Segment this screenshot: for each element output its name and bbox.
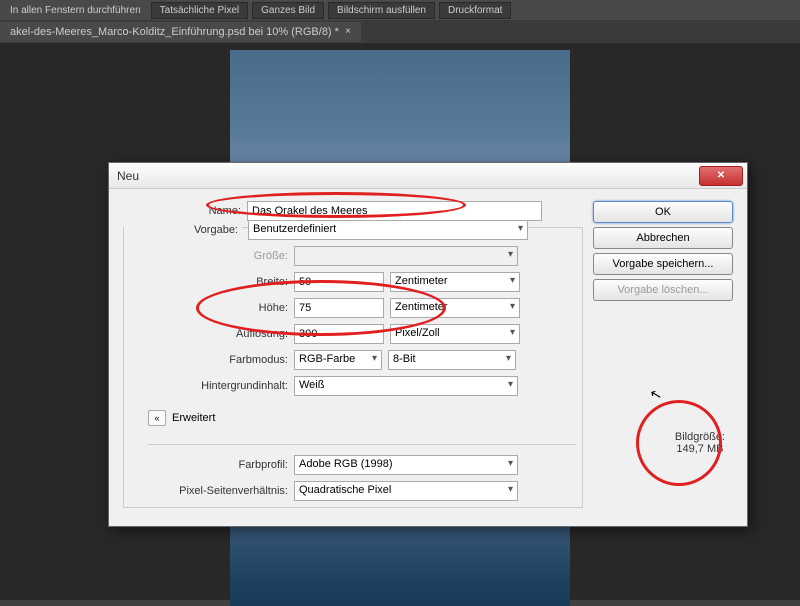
bitdepth-select[interactable]: 8-Bit [388, 350, 516, 370]
colorprofile-label: Farbprofil: [124, 459, 288, 471]
colorprofile-select[interactable]: Adobe RGB (1998) [294, 455, 518, 475]
name-label: Name: [123, 205, 241, 217]
tab-title: akel-des-Meeres_Marco-Kolditz_Einführung… [10, 26, 339, 38]
dialog-close-button[interactable] [699, 166, 743, 186]
bgcontent-label: Hintergrundinhalt: [124, 380, 288, 392]
resolution-unit-select[interactable]: Pixel/Zoll [390, 324, 520, 344]
resolution-input[interactable] [294, 324, 384, 344]
chevron-up-icon: « [148, 410, 166, 426]
options-bar: In allen Fenstern durchführen Tatsächlic… [0, 0, 800, 20]
image-size-label: Bildgröße: [675, 431, 725, 443]
width-unit-select[interactable]: Zentimeter [390, 272, 520, 292]
width-label: Breite: [124, 276, 288, 288]
dialog-titlebar[interactable]: Neu [109, 163, 747, 189]
pixelratio-select[interactable]: Quadratische Pixel [294, 481, 518, 501]
divider [148, 444, 576, 445]
advanced-toggle[interactable]: « Erweitert [148, 410, 215, 426]
print-size-button[interactable]: Druckformat [439, 2, 511, 19]
size-label: Größe: [124, 250, 288, 262]
save-preset-button[interactable]: Vorgabe speichern... [593, 253, 733, 275]
preset-select[interactable]: Benutzerdefiniert [248, 220, 528, 240]
image-size-info: Bildgröße: 149,7 MB [675, 431, 725, 455]
actual-pixels-button[interactable]: Tatsächliche Pixel [151, 2, 248, 19]
fill-screen-button[interactable]: Bildschirm ausfüllen [328, 2, 435, 19]
fit-screen-button[interactable]: Ganzes Bild [252, 2, 324, 19]
size-select [294, 246, 518, 266]
height-unit-select[interactable]: Zentimeter [390, 298, 520, 318]
preset-label: Vorgabe: [124, 224, 242, 236]
width-input[interactable] [294, 272, 384, 292]
resolution-label: Auflösung: [124, 328, 288, 340]
colormode-label: Farbmodus: [124, 354, 288, 366]
toolbar-label: In allen Fenstern durchführen [4, 5, 147, 16]
ok-button[interactable]: OK [593, 201, 733, 223]
image-size-value: 149,7 MB [675, 443, 725, 455]
height-label: Höhe: [124, 302, 288, 314]
close-icon[interactable]: × [345, 26, 351, 37]
document-tab[interactable]: akel-des-Meeres_Marco-Kolditz_Einführung… [0, 22, 361, 42]
bgcontent-select[interactable]: Weiß [294, 376, 518, 396]
dialog-title: Neu [117, 169, 139, 183]
new-document-dialog: Neu Name: Vorgabe: Benutzerdefiniert Grö… [108, 162, 748, 527]
pixelratio-label: Pixel-Seitenverhältnis: [124, 485, 288, 497]
document-tab-bar: akel-des-Meeres_Marco-Kolditz_Einführung… [0, 20, 800, 44]
cancel-button[interactable]: Abbrechen [593, 227, 733, 249]
height-input[interactable] [294, 298, 384, 318]
name-input[interactable] [247, 201, 542, 221]
advanced-label: Erweitert [172, 412, 215, 424]
delete-preset-button: Vorgabe löschen... [593, 279, 733, 301]
colormode-select[interactable]: RGB-Farbe [294, 350, 382, 370]
